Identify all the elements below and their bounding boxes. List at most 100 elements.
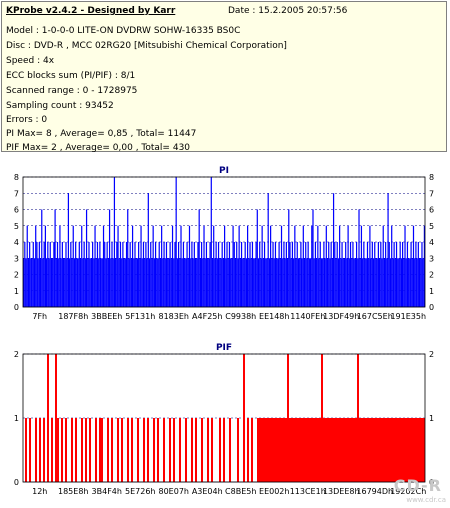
bar	[409, 418, 411, 482]
bar	[30, 258, 32, 307]
bar	[69, 258, 71, 307]
bar	[99, 242, 101, 307]
bar	[167, 258, 169, 307]
bar	[319, 242, 321, 307]
bar	[312, 209, 314, 307]
bar	[285, 418, 287, 482]
bar	[261, 225, 263, 307]
bar	[124, 258, 126, 307]
bar	[361, 418, 363, 482]
bar	[360, 225, 363, 307]
bar	[179, 258, 181, 307]
bar	[309, 258, 312, 307]
bar	[309, 418, 311, 482]
bar	[300, 242, 302, 307]
bar	[125, 242, 128, 307]
bar	[146, 258, 148, 307]
bar	[268, 258, 271, 307]
bar	[209, 242, 211, 307]
info-errors: Errors : 0	[6, 115, 48, 125]
bar	[66, 258, 68, 307]
bar	[131, 225, 134, 307]
bar	[335, 418, 337, 482]
bar	[165, 242, 168, 307]
bar	[316, 258, 318, 307]
bar	[95, 258, 97, 307]
y-tick-label-left: 3	[14, 254, 19, 263]
bar	[380, 242, 382, 307]
bar	[416, 258, 418, 307]
bar	[192, 258, 194, 307]
bar	[62, 258, 65, 307]
bar	[169, 418, 171, 482]
bar	[367, 418, 369, 482]
y-tick-label-left: 0	[14, 478, 19, 487]
bar	[403, 418, 405, 482]
bar	[179, 418, 181, 482]
bar	[249, 242, 251, 307]
bar	[352, 242, 354, 307]
bar	[115, 258, 117, 307]
bar	[280, 225, 283, 307]
bar	[272, 242, 274, 307]
bar	[169, 242, 171, 307]
bar	[195, 418, 197, 482]
bar	[281, 418, 283, 482]
bar	[121, 418, 123, 482]
bar	[288, 209, 290, 307]
bar	[27, 258, 30, 307]
bar	[242, 258, 244, 307]
bar	[65, 418, 67, 482]
x-tick-label: 1140FEh	[290, 312, 325, 321]
bar	[257, 418, 259, 482]
bar	[119, 242, 122, 307]
bar	[412, 225, 415, 307]
bar	[71, 258, 73, 307]
bar	[159, 258, 162, 307]
bar	[211, 418, 213, 482]
bar	[279, 258, 281, 307]
bar	[363, 418, 365, 482]
bar	[39, 418, 41, 482]
bar	[315, 418, 317, 482]
bar	[26, 225, 28, 307]
bar	[317, 225, 319, 307]
bar	[327, 418, 329, 482]
bar	[385, 418, 387, 482]
bar	[54, 209, 56, 307]
bar	[186, 242, 188, 307]
bar	[328, 242, 330, 307]
app-title: KProbe v2.4.2 - Designed by Karr	[6, 6, 176, 16]
bar	[181, 258, 183, 307]
bar	[371, 242, 373, 307]
bar	[96, 242, 99, 307]
bar	[293, 258, 295, 307]
bar	[248, 258, 250, 307]
bar	[65, 242, 67, 307]
bar	[355, 242, 358, 307]
bar	[75, 242, 77, 307]
scan-date: Date : 15.2.2005 20:57:56	[228, 6, 348, 16]
bar	[163, 418, 165, 482]
x-tick-label: 13DEE8h	[323, 487, 360, 496]
y-tick-label-right: 4	[429, 238, 434, 247]
bar	[171, 225, 174, 307]
bar	[112, 258, 114, 307]
bar	[273, 418, 275, 482]
bar	[64, 258, 66, 307]
x-tick-label: EE148h	[259, 312, 289, 321]
bar	[369, 418, 371, 482]
info-ecc: ECC blocks sum (PI/PIF) : 8/1	[6, 71, 136, 81]
bar	[421, 242, 423, 307]
bar	[291, 242, 294, 307]
bar	[117, 418, 119, 482]
x-tick-label: 3BBEEh	[91, 312, 122, 321]
bar	[121, 258, 123, 307]
bar	[326, 258, 329, 307]
bar	[127, 418, 129, 482]
bar	[253, 258, 255, 307]
bar	[204, 258, 206, 307]
bar	[220, 258, 222, 307]
bar	[116, 242, 118, 307]
bar	[188, 225, 191, 307]
